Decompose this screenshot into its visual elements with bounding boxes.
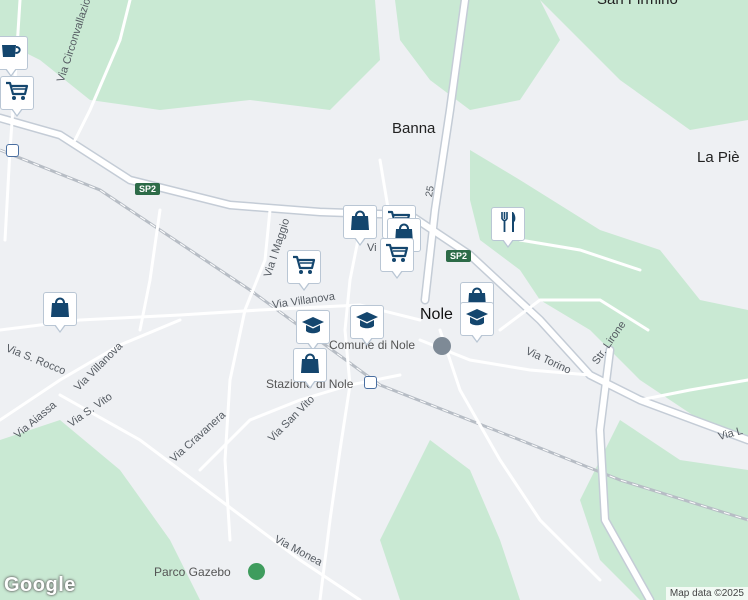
google-logo: Google	[4, 574, 76, 596]
marker-cup-top-left-box[interactable]	[0, 36, 28, 70]
graduation-cap-icon	[464, 304, 490, 335]
marker-cart-center-front-box[interactable]	[380, 238, 414, 272]
marker-bag-stazione[interactable]	[293, 348, 327, 390]
marker-cart-via-maggio[interactable]	[287, 250, 321, 292]
map-attribution[interactable]: Map data ©2025	[665, 587, 748, 600]
road-label-sp25: 25	[424, 185, 437, 198]
marker-cart-via-maggio-box[interactable]	[287, 250, 321, 284]
marker-school-villanova-box[interactable]	[296, 310, 330, 344]
poi-label-parco: Parco Gazebo	[154, 565, 231, 579]
marker-pointer	[304, 380, 316, 389]
train-station-icon	[364, 376, 377, 389]
marker-pointer	[391, 270, 403, 279]
place-label-san-firmino: San Firmino	[597, 0, 678, 8]
road-shield-sp2-east: SP2	[446, 250, 472, 262]
shopping-bag-icon	[47, 294, 73, 325]
marker-school-center-box[interactable]	[350, 305, 384, 339]
marker-restaurant-east[interactable]	[491, 207, 525, 249]
marker-pointer	[361, 337, 373, 346]
graduation-cap-icon	[300, 312, 326, 343]
marker-pointer	[11, 108, 23, 117]
road-shield-sp2-west: SP2	[135, 183, 161, 195]
marker-pointer	[298, 282, 310, 291]
marker-cart-top-left-box[interactable]	[0, 76, 34, 110]
marker-restaurant-east-box[interactable]	[491, 207, 525, 241]
marker-pointer	[354, 237, 366, 246]
marker-school-center[interactable]	[350, 305, 384, 347]
shopping-cart-icon	[4, 78, 30, 109]
town-hall-icon	[433, 337, 451, 355]
marker-school-nole-box[interactable]	[460, 302, 494, 336]
marker-pointer	[471, 334, 483, 343]
marker-bag-west[interactable]	[43, 292, 77, 334]
park-icon	[248, 563, 265, 580]
fork-knife-icon	[495, 209, 521, 240]
marker-bag-center[interactable]	[343, 205, 377, 247]
place-label-banna: Banna	[392, 120, 436, 137]
marker-pointer	[54, 324, 66, 333]
marker-bag-stazione-box[interactable]	[293, 348, 327, 382]
marker-cart-top-left[interactable]	[0, 76, 34, 118]
shopping-bag-icon	[297, 350, 323, 381]
place-label-la-pie: La Piè	[697, 149, 740, 166]
marker-bag-west-box[interactable]	[43, 292, 77, 326]
shopping-cart-icon	[384, 240, 410, 271]
place-label-nole: Nole	[420, 306, 453, 323]
marker-cart-center-front[interactable]	[380, 238, 414, 280]
graduation-cap-icon	[354, 307, 380, 338]
marker-pointer	[502, 239, 514, 248]
shopping-bag-icon	[347, 207, 373, 238]
train-station-icon-west	[6, 144, 19, 157]
map-canvas[interactable]	[0, 0, 748, 600]
marker-school-villanova[interactable]	[296, 310, 330, 352]
cup-icon	[0, 38, 24, 69]
shopping-cart-icon	[291, 252, 317, 283]
marker-school-nole[interactable]	[460, 302, 494, 344]
marker-cup-top-left[interactable]	[0, 36, 28, 78]
green-areas	[0, 0, 748, 600]
marker-bag-center-box[interactable]	[343, 205, 377, 239]
